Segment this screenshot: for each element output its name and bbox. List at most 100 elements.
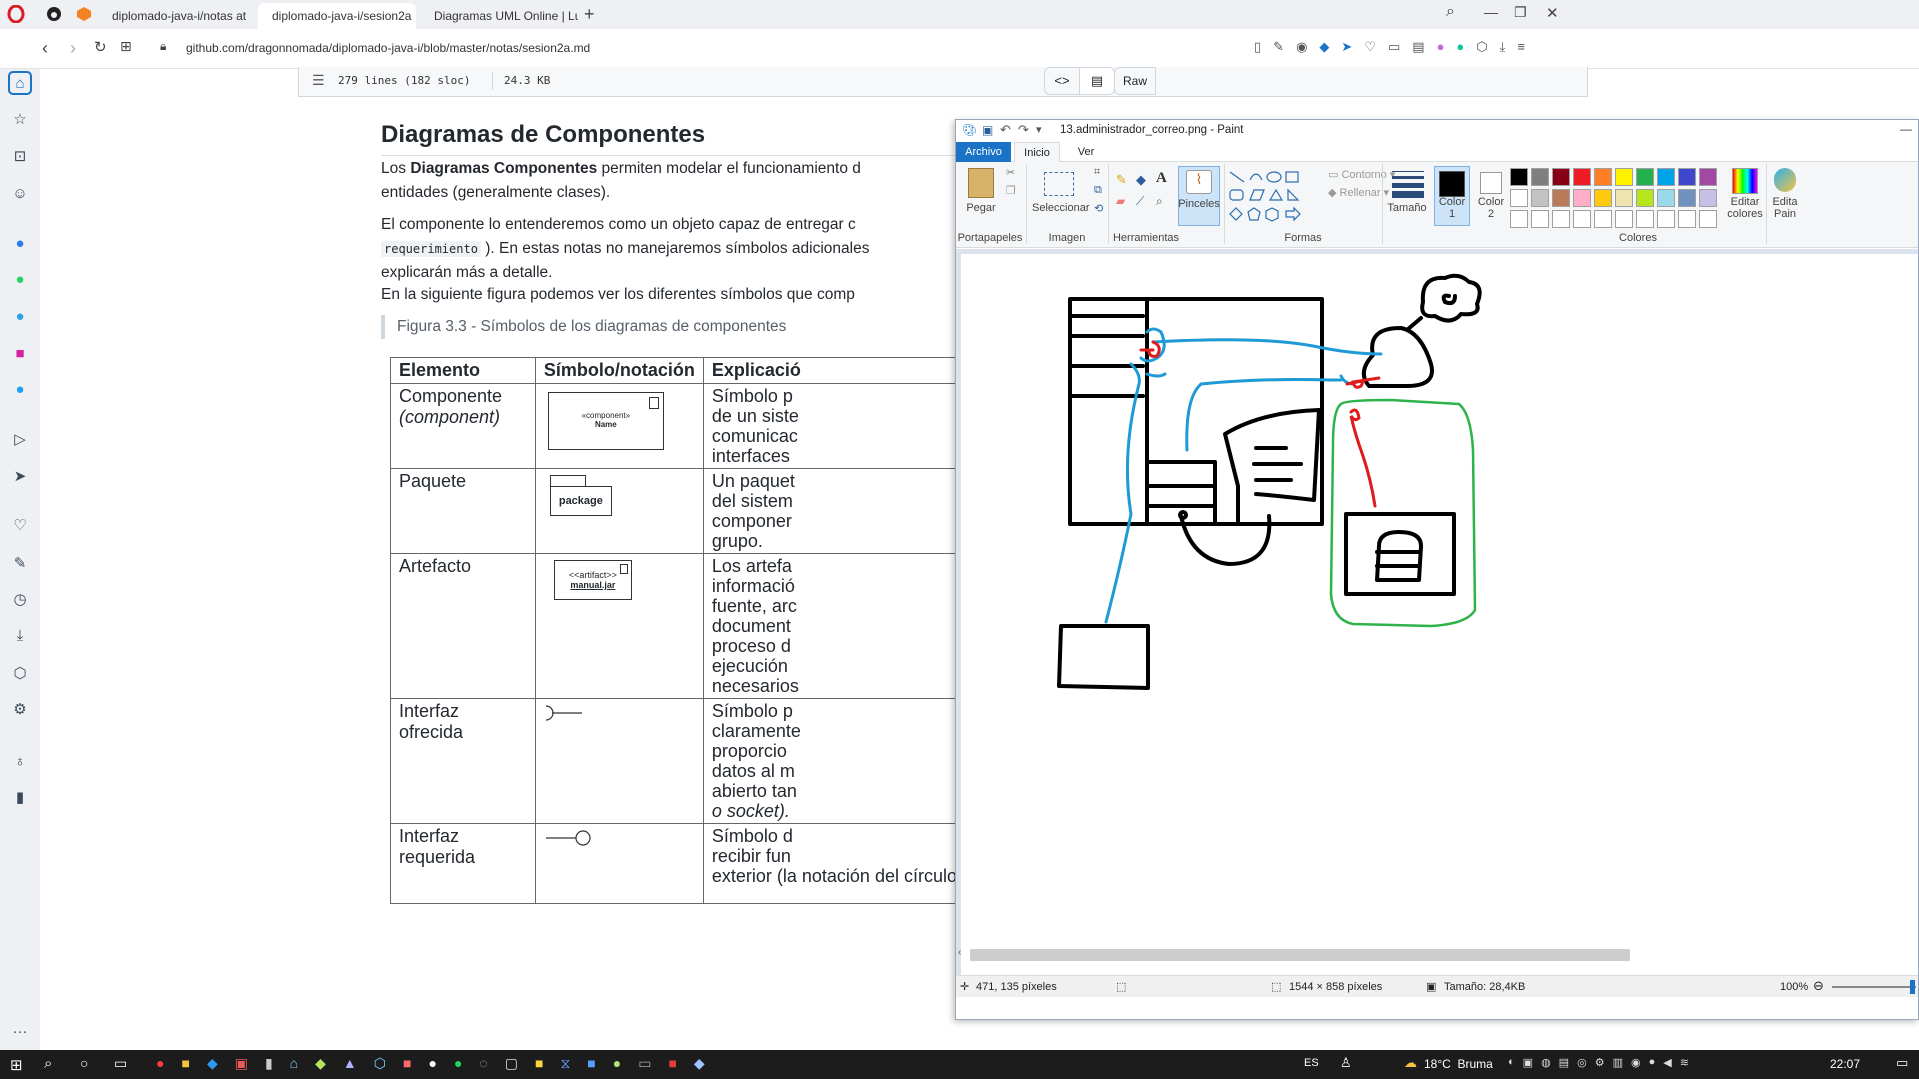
color-swatch[interactable]	[1678, 168, 1696, 186]
color-extension-icon[interactable]: ●	[1437, 39, 1445, 55]
size-icon[interactable]	[1392, 168, 1424, 198]
color-swatch[interactable]	[1594, 210, 1612, 228]
notifications-icon[interactable]: ▭	[1896, 1055, 1908, 1071]
color-swatch[interactable]	[1636, 210, 1654, 228]
color2-label[interactable]: Color 2	[1474, 196, 1508, 220]
weather-text[interactable]: 18°C Bruma	[1424, 1057, 1493, 1071]
pencil-icon[interactable]: ✎	[1116, 172, 1127, 188]
tray-icon[interactable]: ▣	[1523, 1056, 1533, 1069]
paste-icon[interactable]	[968, 168, 994, 198]
explorer-icon[interactable]: ■	[181, 1055, 189, 1072]
url-field[interactable]: github.com/dragonnomada/diplomado-java-i…	[186, 41, 590, 55]
opera-taskbar-icon[interactable]: ●	[156, 1055, 164, 1072]
color-swatch[interactable]	[1657, 168, 1675, 186]
menu-icon[interactable]: ≡	[1517, 39, 1525, 55]
pinned-tab-orange-icon[interactable]	[76, 6, 94, 24]
color-swatch[interactable]	[1510, 210, 1528, 228]
tab-diagramas-uml[interactable]: Diagramas UML Online | Lu ✕	[420, 3, 578, 29]
text-icon[interactable]: A	[1156, 170, 1167, 187]
resize-icon[interactable]: ⧉	[1094, 184, 1102, 197]
minimize-button[interactable]: —	[1484, 4, 1498, 20]
send-icon[interactable]: ➤	[1341, 39, 1352, 55]
terminal-icon[interactable]: ▮	[265, 1055, 273, 1072]
undo-icon[interactable]: ↶	[1000, 122, 1011, 138]
edit-icon[interactable]: ✎	[8, 551, 32, 575]
cortana-icon[interactable]: ○	[80, 1055, 88, 1071]
color-swatch[interactable]	[1552, 210, 1570, 228]
magnifier-icon[interactable]: ⌕	[1156, 194, 1163, 209]
color-swatch[interactable]	[1615, 210, 1633, 228]
app-icon[interactable]: ⌂	[290, 1055, 298, 1072]
spotify-icon[interactable]: ●	[454, 1055, 462, 1072]
cube-icon[interactable]: ⬡	[8, 661, 32, 685]
settings-icon[interactable]: ⚙	[8, 697, 32, 721]
color-swatch[interactable]	[1636, 168, 1654, 186]
paint3d-icon[interactable]	[1774, 168, 1796, 192]
vpn-icon[interactable]: ◆	[1319, 39, 1329, 55]
edit-icon[interactable]: ✎	[1273, 39, 1284, 55]
gamepad-icon[interactable]: ⊡	[8, 144, 32, 168]
download-icon[interactable]: ⤓	[1500, 39, 1506, 55]
whatsapp-icon[interactable]: ●	[8, 267, 32, 291]
color-swatch[interactable]	[1573, 210, 1591, 228]
heart-icon[interactable]: ♡	[1364, 39, 1376, 55]
tab-sesion2a[interactable]: diplomado-java-i/sesion2a ✕	[258, 3, 416, 29]
heart-icon[interactable]: ♡	[8, 513, 32, 537]
color-swatch[interactable]	[1573, 189, 1591, 207]
color-swatch[interactable]	[1510, 189, 1528, 207]
color2-swatch[interactable]	[1480, 172, 1502, 194]
color-swatch[interactable]	[1531, 189, 1549, 207]
color-swatch[interactable]	[1573, 168, 1591, 186]
app-icon[interactable]: ⬡	[374, 1055, 386, 1072]
rotate-icon[interactable]: ⟲	[1094, 202, 1103, 215]
color-swatch[interactable]	[1678, 210, 1696, 228]
instagram-icon[interactable]: ■	[8, 341, 32, 365]
paint-app-icon[interactable]: 🎨︎	[962, 123, 977, 137]
forward-icon[interactable]: ›	[70, 38, 76, 59]
paste-label[interactable]: Pegar	[964, 202, 998, 214]
list-icon[interactable]: ☰	[312, 72, 325, 89]
task-view-icon[interactable]: ▭	[114, 1055, 127, 1072]
emoji-icon[interactable]: ☺	[8, 181, 32, 205]
color-swatch[interactable]	[1615, 189, 1633, 207]
fill-bucket-icon[interactable]: ◆	[1136, 172, 1146, 188]
more-icon[interactable]: ···	[8, 1019, 32, 1043]
paint3d-label[interactable]: Edita Pain	[1768, 196, 1802, 220]
bookmark-icon[interactable]: ▭	[1388, 39, 1400, 55]
color-swatch[interactable]	[1699, 210, 1717, 228]
horizontal-scrollbar[interactable]	[970, 949, 1630, 961]
zoom-out-button[interactable]: ⊖	[1813, 978, 1824, 994]
color-swatch[interactable]	[1531, 210, 1549, 228]
back-icon[interactable]: ‹	[42, 38, 48, 59]
paint-taskbar-icon[interactable]: ◆	[694, 1055, 705, 1072]
people-icon[interactable]: ♙	[1340, 1055, 1352, 1071]
send-icon[interactable]: ➤	[8, 464, 32, 488]
pdf-icon[interactable]: ■	[668, 1055, 676, 1072]
cut-icon[interactable]: ✂	[1006, 166, 1015, 179]
color-swatch[interactable]	[1636, 189, 1654, 207]
edit-colors-icon[interactable]	[1732, 168, 1758, 194]
outline-icon[interactable]: ▭ Contorno ▾	[1328, 168, 1395, 181]
scroll-left-arrow[interactable]: ‹	[958, 947, 961, 958]
camera-icon[interactable]: ◉	[1296, 39, 1307, 55]
app-icon[interactable]: ◌	[479, 1055, 487, 1072]
tray-icon[interactable]: ●	[1649, 1056, 1656, 1069]
color-swatch[interactable]	[1657, 189, 1675, 207]
wifi-icon[interactable]: ≋	[1680, 1056, 1689, 1069]
app-icon[interactable]: ■	[403, 1055, 411, 1072]
tray-icon[interactable]: ▤	[1559, 1056, 1569, 1069]
grammarly-icon[interactable]: ●	[1456, 39, 1464, 55]
download-icon[interactable]: ⤓	[8, 623, 32, 647]
file-icon[interactable]: ▮	[8, 785, 32, 809]
bulb-icon[interactable]: ♁	[8, 749, 32, 773]
app-icon[interactable]: ■	[587, 1055, 595, 1072]
crop-icon[interactable]: ⌗	[1094, 166, 1100, 179]
github-pinned-tab[interactable]	[46, 6, 64, 24]
quick-access-icon[interactable]: ▾	[1036, 123, 1042, 136]
color-swatch[interactable]	[1594, 168, 1612, 186]
app-icon[interactable]: ▭	[638, 1055, 651, 1072]
color-swatch[interactable]	[1678, 189, 1696, 207]
app-icon[interactable]: ▣	[235, 1055, 248, 1072]
sticky-notes-icon[interactable]: ■	[535, 1055, 543, 1072]
app-icon[interactable]: ▲	[343, 1055, 357, 1072]
